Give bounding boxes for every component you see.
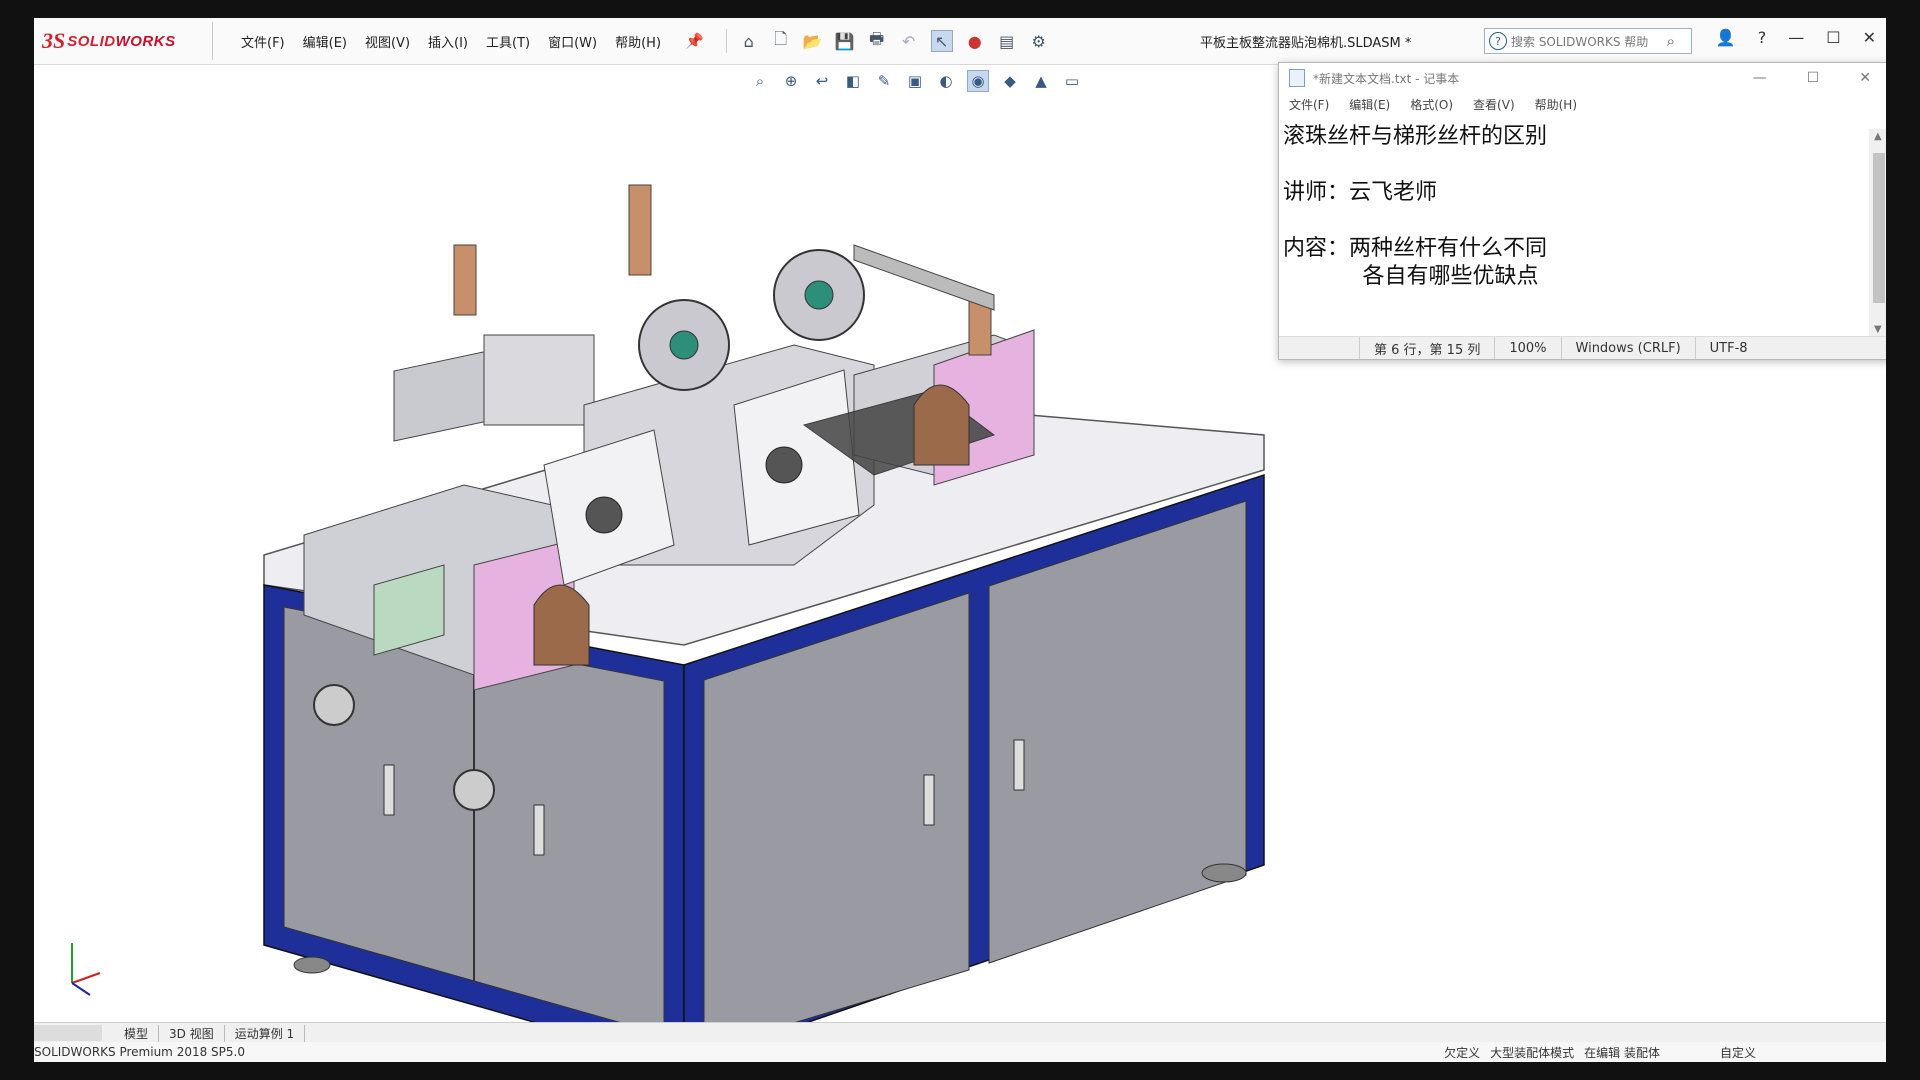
- help-search-box[interactable]: ? 搜索 SOLIDWORKS 帮助 ⌕: [1484, 28, 1692, 54]
- text-line: 各自有哪些优缺点: [1283, 264, 1539, 289]
- view-orientation-icon[interactable]: ▣: [905, 71, 925, 91]
- text-line: [1283, 207, 1863, 235]
- text-line: 内容：两种丝杆有什么不同: [1283, 236, 1548, 261]
- scroll-thumb[interactable]: [1873, 153, 1885, 303]
- print-icon[interactable]: 🖶: [867, 29, 887, 51]
- zoom-to-fit-icon[interactable]: ⌕: [750, 71, 770, 91]
- brand-name: SOLIDWORKS: [67, 32, 176, 50]
- menu-help[interactable]: 帮助(H): [615, 32, 661, 51]
- line-ending: Windows (CRLF): [1560, 337, 1695, 359]
- text-line: 讲师：云飞老师: [1283, 180, 1438, 205]
- file-properties-icon[interactable]: ▤: [997, 31, 1017, 51]
- menu-view[interactable]: 视图(V): [365, 32, 410, 51]
- save-icon[interactable]: 💾: [835, 31, 855, 51]
- apply-scene-icon[interactable]: ▲: [1031, 71, 1051, 91]
- bottom-tabs: 模型 3D 视图 运动算例 1: [34, 1022, 1886, 1043]
- menu-edit[interactable]: 编辑(E): [303, 32, 347, 51]
- zoom-area-icon[interactable]: ⊕: [781, 71, 801, 91]
- scroll-down-icon[interactable]: ▼: [1874, 324, 1882, 335]
- notepad-window-controls: — ☐ ✕: [1753, 70, 1871, 86]
- display-style-icon[interactable]: ◐: [936, 71, 956, 91]
- new-document-icon[interactable]: 🗋: [771, 29, 791, 51]
- search-icon[interactable]: ⌕: [1667, 32, 1675, 50]
- units-custom[interactable]: 自定义: [1720, 1044, 1756, 1061]
- undo-icon[interactable]: ↶: [899, 31, 919, 51]
- notepad-icon: [1289, 69, 1305, 87]
- heads-up-view-toolbar: ⌕ ⊕ ↩ ◧ ✎ ▣ ◐ ◉ ◆ ▲ ▭: [750, 70, 1082, 92]
- solidworks-window: 3S SOLIDWORKS 文件(F) 编辑(E) 视图(V) 插入(I) 工具…: [34, 18, 1886, 1062]
- tab-motion-study[interactable]: 运动算例 1: [225, 1024, 306, 1042]
- hide-show-items-icon[interactable]: ◉: [967, 70, 989, 92]
- notepad-status-bar: 第 6 行，第 15 列 100% Windows (CRLF) UTF-8: [1279, 336, 1886, 359]
- minimize-icon[interactable]: —: [1788, 28, 1804, 47]
- menu-window[interactable]: 窗口(W): [548, 32, 597, 51]
- select-pointer-icon[interactable]: ↖: [930, 30, 953, 52]
- standard-toolbar: ⌂ 🗋 📂 💾 🖶 ↶ ↖ ● ▤ ⚙: [725, 29, 1049, 53]
- menu-file[interactable]: 文件(F): [241, 32, 285, 51]
- pin-icon[interactable]: 📌: [685, 32, 704, 50]
- options-gear-icon[interactable]: ⚙: [1029, 31, 1049, 51]
- search-placeholder: 搜索 SOLIDWORKS 帮助: [1511, 34, 1649, 49]
- status-bar: SOLIDWORKS Premium 2018 SP5.0 欠定义 大型装配体模…: [34, 1042, 1886, 1062]
- scroll-up-icon[interactable]: ▲: [1874, 131, 1882, 142]
- notepad-close-icon[interactable]: ✕: [1859, 70, 1871, 86]
- notepad-title-bar: *新建文本文档.txt - 记事本 — ☐ ✕: [1279, 63, 1886, 93]
- text-line: 滚珠丝杆与梯形丝杆的区别: [1283, 124, 1548, 149]
- ds-logo-mark: 3S: [42, 28, 66, 53]
- solidworks-logo[interactable]: 3S SOLIDWORKS: [42, 22, 213, 60]
- edit-appearance-icon[interactable]: ◆: [1000, 71, 1020, 91]
- close-icon[interactable]: ✕: [1863, 28, 1876, 47]
- main-menu: 文件(F) 编辑(E) 视图(V) 插入(I) 工具(T) 窗口(W) 帮助(H…: [241, 32, 661, 51]
- document-title: 平板主板整流器贴泡棉机.SLDASM *: [1200, 36, 1412, 51]
- notepad-minimize-icon[interactable]: —: [1753, 70, 1767, 86]
- cursor-position: 第 6 行，第 15 列: [1359, 337, 1494, 359]
- open-folder-icon[interactable]: 📂: [803, 31, 823, 51]
- assembly-mode: 大型装配体模式: [1490, 1045, 1575, 1060]
- view-settings-icon[interactable]: ▭: [1062, 71, 1082, 91]
- np-menu-help[interactable]: 帮助(H): [1535, 96, 1577, 113]
- help-icon[interactable]: ?: [1758, 28, 1767, 47]
- editing-status: 在编辑 装配体: [1584, 1045, 1660, 1060]
- notepad-scrollbar[interactable]: ▲ ▼: [1869, 129, 1886, 337]
- reference-triad: [71, 943, 101, 996]
- text-line: [1283, 151, 1863, 179]
- product-version: SOLIDWORKS Premium 2018 SP5.0: [34, 1045, 245, 1059]
- np-menu-view[interactable]: 查看(V): [1473, 96, 1515, 113]
- window-controls: 👤 ? — ☐ ✕: [1716, 28, 1876, 47]
- home-icon[interactable]: ⌂: [739, 31, 759, 51]
- zoom-level: 100%: [1494, 337, 1560, 359]
- maximize-icon[interactable]: ☐: [1826, 28, 1840, 47]
- tab-3d-view[interactable]: 3D 视图: [159, 1024, 225, 1042]
- notepad-window[interactable]: *新建文本文档.txt - 记事本 — ☐ ✕ 文件(F) 编辑(E) 格式(O…: [1278, 62, 1886, 360]
- tab-scroll-arrows[interactable]: [34, 1025, 102, 1041]
- notepad-title: *新建文本文档.txt - 记事本: [1313, 71, 1460, 86]
- user-icon[interactable]: 👤: [1716, 28, 1736, 47]
- help-question-icon: ?: [1489, 32, 1507, 50]
- menu-insert[interactable]: 插入(I): [428, 32, 468, 51]
- encoding: UTF-8: [1694, 337, 1762, 359]
- menu-tools[interactable]: 工具(T): [486, 32, 530, 51]
- tab-model[interactable]: 模型: [114, 1024, 160, 1042]
- notepad-maximize-icon[interactable]: ☐: [1807, 70, 1820, 86]
- notepad-menu: 文件(F) 编辑(E) 格式(O) 查看(V) 帮助(H): [1279, 93, 1886, 115]
- np-menu-format[interactable]: 格式(O): [1410, 96, 1453, 113]
- previous-view-icon[interactable]: ↩: [812, 71, 832, 91]
- section-view-icon[interactable]: ◧: [843, 71, 863, 91]
- traffic-light-icon[interactable]: ●: [965, 31, 985, 51]
- definition-state: 欠定义: [1444, 1045, 1481, 1060]
- dynamic-annotation-icon[interactable]: ✎: [874, 71, 894, 91]
- np-menu-file[interactable]: 文件(F): [1289, 96, 1329, 113]
- np-menu-edit[interactable]: 编辑(E): [1349, 96, 1390, 113]
- notepad-text-area[interactable]: 滚珠丝杆与梯形丝杆的区别 讲师：云飞老师 内容：两种丝杆有什么不同 各自有哪些优…: [1279, 117, 1867, 327]
- title-bar: 3S SOLIDWORKS 文件(F) 编辑(E) 视图(V) 插入(I) 工具…: [34, 18, 1886, 65]
- toolbar-divider: [725, 29, 727, 53]
- assembly-model[interactable]: [234, 145, 1314, 1045]
